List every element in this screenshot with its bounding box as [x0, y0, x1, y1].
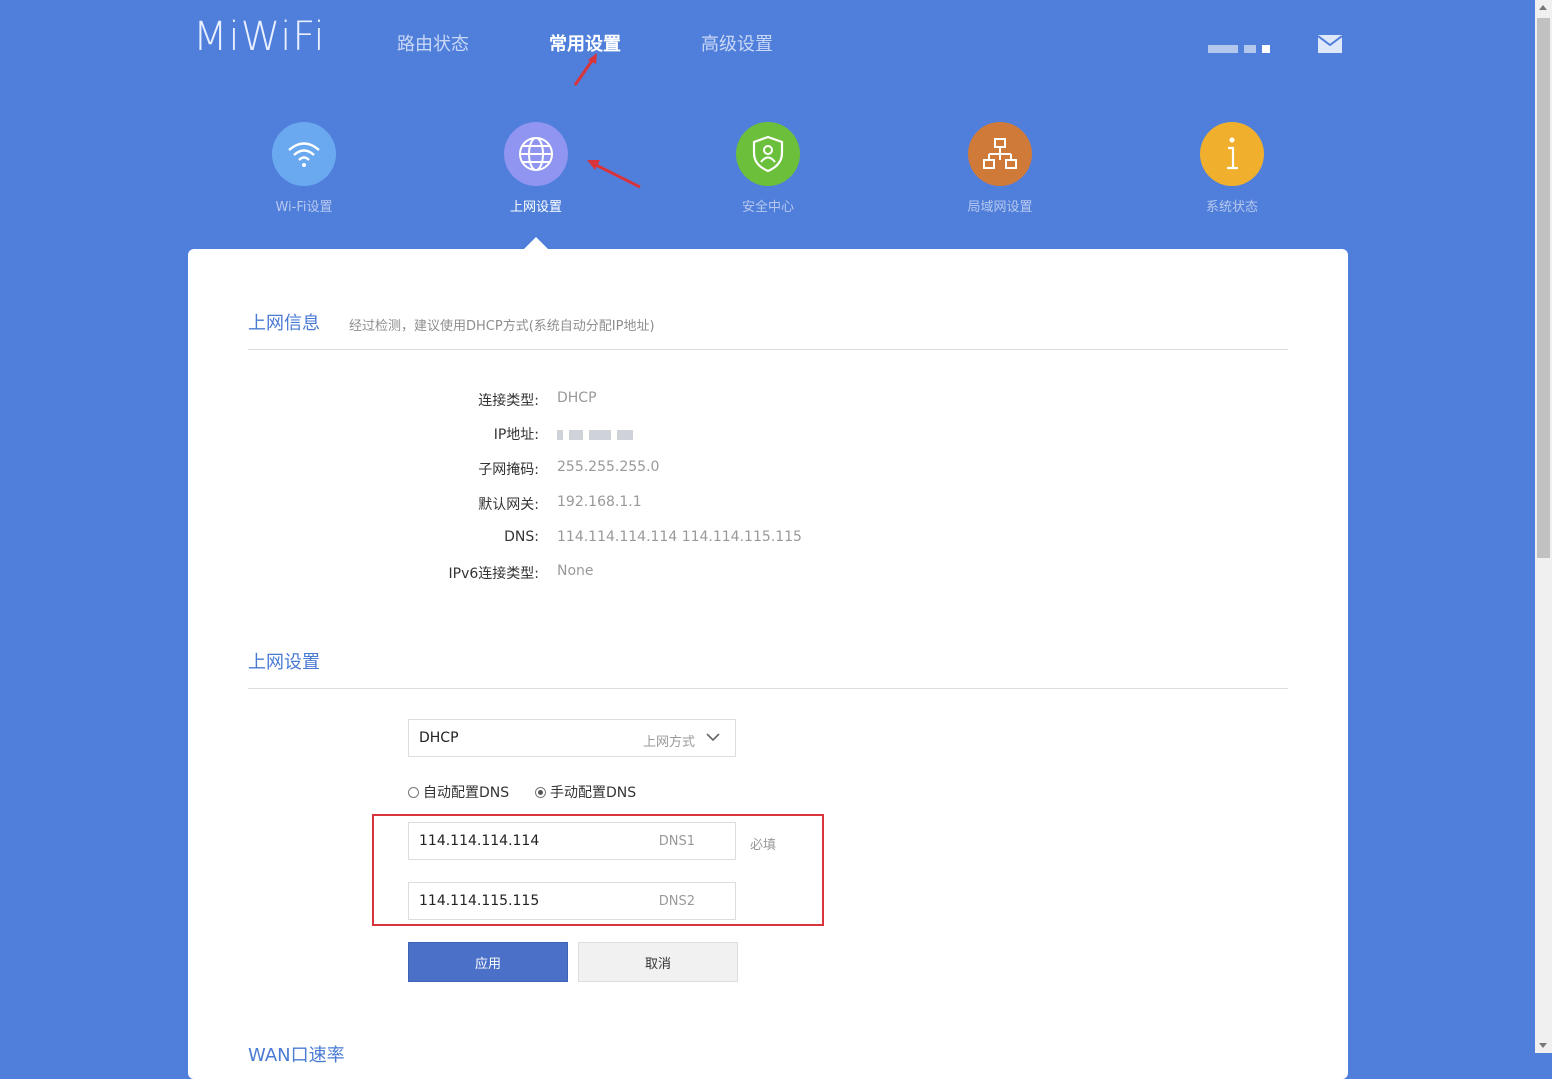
category-label: Wi-Fi设置: [275, 200, 333, 215]
scrollbar-thumb[interactable]: [1537, 18, 1550, 558]
wifi-icon: [272, 122, 336, 186]
radio-button[interactable]: [408, 786, 419, 798]
chevron-down-icon: [706, 733, 720, 742]
connection-mode-hint: 上网方式: [642, 735, 695, 750]
required-label: 必填: [750, 838, 777, 853]
info-value-ip-blurred: [557, 427, 639, 443]
content-panel: 上网信息 经过检测，建议使用DHCP方式(系统自动分配IP地址) 连接类型: D…: [188, 249, 1348, 1079]
dns2-value: 114.114.115.115: [419, 893, 540, 909]
category-wifi[interactable]: Wi-Fi设置: [244, 122, 364, 215]
category-label: 上网设置: [509, 200, 562, 215]
cancel-button[interactable]: 取消: [578, 942, 738, 982]
scroll-up-icon[interactable]: [1539, 5, 1547, 10]
dns2-hint: DNS2: [658, 894, 695, 909]
vertical-scrollbar[interactable]: [1535, 0, 1552, 1053]
nav-router-status[interactable]: 路由状态: [397, 30, 469, 56]
category-lan[interactable]: 局域网设置: [940, 122, 1060, 215]
dns1-value: 114.114.114.114: [419, 833, 540, 849]
info-icon: [1200, 122, 1264, 186]
category-internet[interactable]: 上网设置: [476, 122, 596, 215]
section-title-settings: 上网设置: [248, 652, 320, 673]
info-label-dns: DNS:: [504, 529, 539, 545]
shield-icon: [736, 122, 800, 186]
user-info[interactable]: [1208, 38, 1298, 53]
logo: MiWiFi: [193, 14, 326, 60]
globe-icon: [504, 122, 568, 186]
connection-mode-value: DHCP: [419, 730, 459, 746]
category-system-status[interactable]: 系统状态: [1172, 122, 1292, 215]
section-title-wan-speed: WAN口速率: [248, 1045, 345, 1066]
radio-button-selected[interactable]: [535, 786, 546, 798]
info-label-conn-type: 连接类型:: [478, 393, 539, 409]
radio-label: 手动配置DNS: [550, 785, 637, 801]
info-label-ipv6: IPv6连接类型:: [448, 566, 539, 582]
info-label-subnet: 子网掩码:: [478, 462, 539, 478]
dns1-input[interactable]: 114.114.114.114 DNS1: [408, 822, 736, 860]
divider: [248, 688, 1288, 689]
nav-advanced-settings[interactable]: 高级设置: [701, 30, 773, 56]
info-value-conn-type: DHCP: [557, 390, 597, 406]
radio-manual-dns[interactable]: 手动配置DNS: [535, 782, 636, 802]
mail-icon[interactable]: [1318, 34, 1342, 54]
active-pointer: [524, 237, 548, 249]
apply-button[interactable]: 应用: [408, 942, 568, 982]
section-note: 经过检测，建议使用DHCP方式(系统自动分配IP地址): [349, 319, 655, 334]
info-value-ipv6: None: [557, 563, 594, 579]
section-title-info: 上网信息: [248, 313, 320, 334]
radio-auto-dns[interactable]: 自动配置DNS: [408, 782, 509, 802]
category-label: 系统状态: [1205, 200, 1258, 215]
info-label-ip: IP地址:: [493, 427, 539, 443]
annotation-arrow-nav: [573, 53, 597, 86]
info-value-gateway: 192.168.1.1: [557, 494, 642, 510]
dns2-input[interactable]: 114.114.115.115 DNS2: [408, 882, 736, 920]
category-label: 局域网设置: [967, 200, 1033, 215]
divider: [248, 349, 1288, 350]
info-label-gateway: 默认网关:: [478, 497, 539, 513]
category-label: 安全中心: [741, 200, 794, 215]
connection-mode-select[interactable]: DHCP 上网方式: [408, 719, 736, 757]
scroll-down-icon[interactable]: [1539, 1043, 1547, 1048]
annotation-arrow-category: [587, 160, 641, 189]
info-value-dns: 114.114.114.114 114.114.115.115: [557, 529, 802, 545]
category-security[interactable]: 安全中心: [708, 122, 828, 215]
info-value-subnet: 255.255.255.0: [557, 459, 660, 475]
radio-label: 自动配置DNS: [423, 785, 510, 801]
lan-icon: [968, 122, 1032, 186]
dns1-hint: DNS1: [658, 834, 695, 849]
